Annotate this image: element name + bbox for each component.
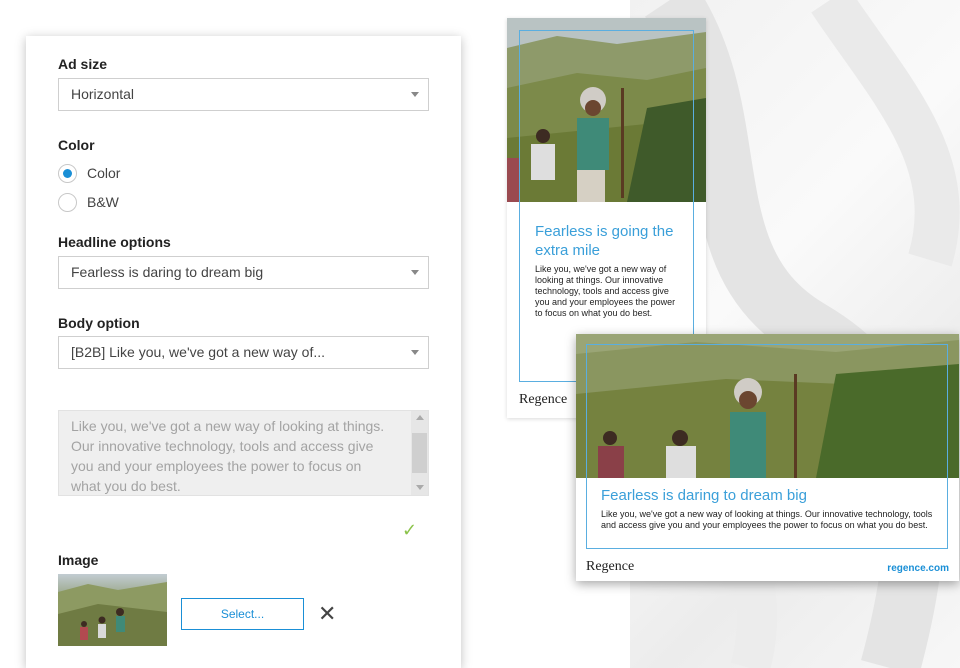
headline-select[interactable]: Fearless is daring to dream big: [58, 256, 429, 289]
radio-bw[interactable]: B&W: [58, 192, 119, 212]
color-label: Color: [58, 137, 95, 153]
radio-bw-label: B&W: [87, 194, 119, 210]
image-thumbnail: [58, 574, 167, 646]
body-text-area[interactable]: Like you, we've got a new way of looking…: [58, 410, 429, 496]
chevron-down-icon: [411, 270, 419, 275]
ad-size-value: Horizontal: [71, 86, 135, 102]
vertical-ad-headline: Fearless is going the extra mile: [535, 223, 674, 259]
regence-url: regence.com: [887, 563, 949, 574]
regence-logo: Regence: [586, 559, 635, 574]
horizontal-ad-headline: Fearless is daring to dream big: [601, 487, 807, 504]
body-option-value: [B2B] Like you, we've got a new way of..…: [71, 344, 326, 360]
body-option-label: Body option: [58, 315, 140, 331]
image-label: Image: [58, 552, 99, 568]
body-option-select[interactable]: [B2B] Like you, we've got a new way of..…: [58, 336, 429, 369]
scroll-up-icon[interactable]: [416, 415, 424, 420]
body-text: Like you, we've got a new way of looking…: [71, 418, 385, 494]
ad-config-panel: Ad size Horizontal Color Color B&W Headl…: [26, 36, 461, 668]
headline-value: Fearless is daring to dream big: [71, 264, 264, 280]
ad-frame: [519, 30, 694, 382]
headline-options-label: Headline options: [58, 234, 171, 250]
scroll-thumb[interactable]: [412, 433, 427, 473]
horizontal-ad-body: Like you, we've got a new way of looking…: [601, 509, 933, 530]
check-icon: ✓: [402, 520, 418, 540]
radio-unselected-icon[interactable]: [58, 192, 77, 212]
textarea-scrollbar[interactable]: [411, 411, 428, 495]
chevron-down-icon: [411, 92, 419, 97]
radio-color-label: Color: [87, 165, 121, 181]
regence-logo: Regence: [519, 392, 568, 407]
scroll-down-icon[interactable]: [416, 485, 424, 490]
ad-size-label: Ad size: [58, 56, 108, 72]
vertical-ad-body: Like you, we've got a new way of looking…: [535, 264, 676, 318]
horizontal-ad-preview: Fearless is daring to dream big Like you…: [576, 334, 959, 581]
radio-selected-icon[interactable]: [58, 163, 77, 183]
close-icon[interactable]: ✕: [318, 603, 336, 625]
radio-color[interactable]: Color: [58, 163, 120, 183]
ad-size-select[interactable]: Horizontal: [58, 78, 429, 111]
chevron-down-icon: [411, 350, 419, 355]
select-image-button[interactable]: Select...: [181, 598, 304, 630]
